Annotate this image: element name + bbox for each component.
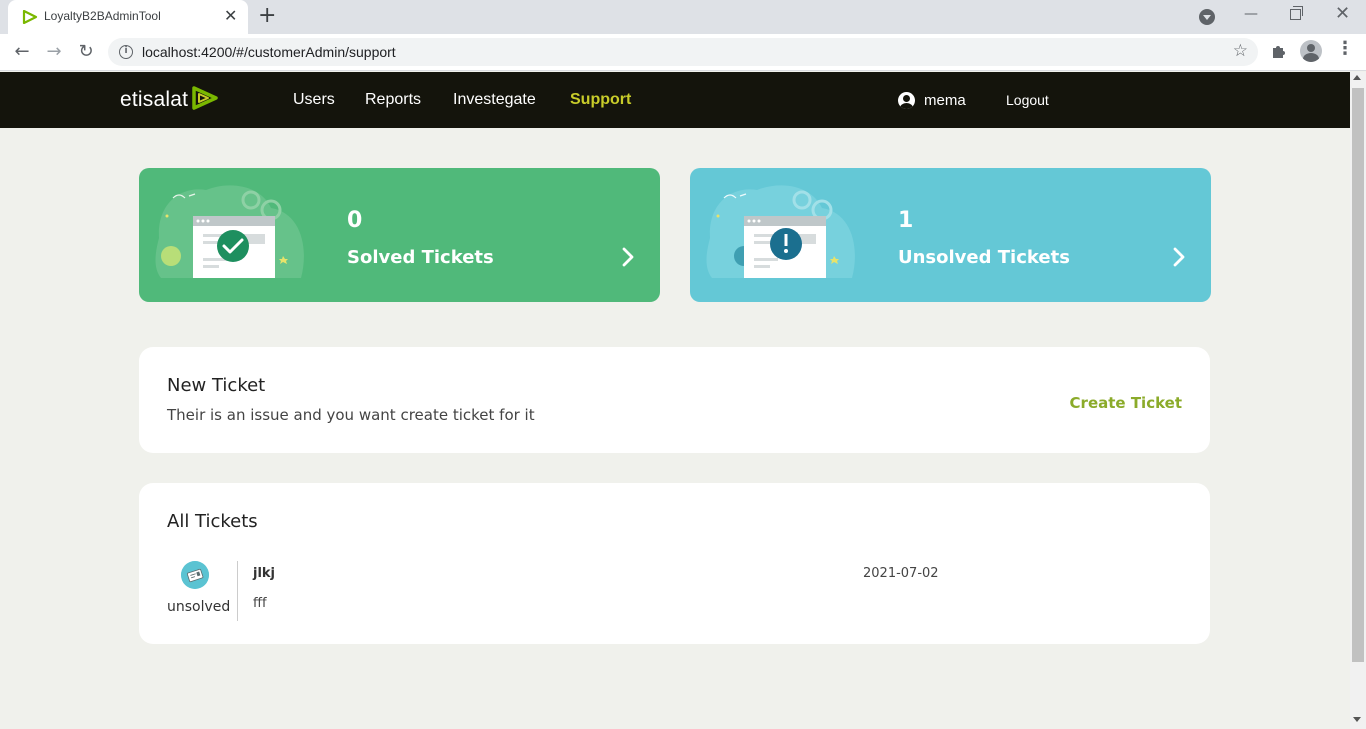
site-info-icon[interactable]: i	[119, 45, 133, 59]
window-restore-button[interactable]	[1290, 6, 1303, 20]
browser-tabbar: LoyaltyB2BAdminTool ✕ + — ✕	[0, 0, 1366, 34]
new-tab-button[interactable]: +	[258, 5, 276, 27]
window-close-button[interactable]: ✕	[1335, 3, 1350, 24]
new-ticket-panel: New Ticket Their is an issue and you wan…	[139, 347, 1210, 453]
scroll-up-arrow-icon[interactable]	[1353, 75, 1361, 80]
chevron-right-icon[interactable]	[617, 246, 639, 268]
ticket-status-icon	[181, 561, 209, 589]
unsolved-ticket-illustration-icon	[706, 185, 855, 278]
tab-search-icon[interactable]	[1199, 9, 1215, 25]
etisalat-favicon-icon	[22, 10, 38, 24]
window-minimize-button[interactable]: —	[1244, 6, 1258, 22]
address-bar[interactable]: i localhost:4200/#/customerAdmin/support…	[108, 38, 1258, 66]
browser-tab[interactable]: LoyaltyB2BAdminTool ✕	[8, 0, 248, 34]
logout-button[interactable]: Logout	[1006, 92, 1049, 108]
user-name[interactable]: mema	[924, 92, 966, 109]
all-tickets-title: All Tickets	[167, 511, 258, 532]
tab-close-icon[interactable]: ✕	[224, 7, 237, 25]
browser-toolbar: ← → ↻ i localhost:4200/#/customerAdmin/s…	[0, 34, 1366, 71]
all-tickets-panel: All Tickets unsolved jlkj fff 2021-07-02	[139, 483, 1210, 644]
chevron-right-icon[interactable]	[1168, 246, 1190, 268]
profile-avatar-icon[interactable]	[1300, 40, 1322, 62]
ticket-date: 2021-07-02	[863, 566, 939, 581]
create-ticket-button[interactable]: Create Ticket	[1070, 394, 1182, 412]
solved-ticket-illustration-icon	[155, 185, 304, 278]
unsolved-label: Unsolved Tickets	[898, 247, 1070, 268]
user-account-icon	[898, 92, 915, 109]
new-ticket-description: Their is an issue and you want create ti…	[167, 406, 535, 424]
nav-users[interactable]: Users	[293, 91, 335, 109]
unsolved-tickets-card[interactable]: 1 Unsolved Tickets	[690, 168, 1211, 302]
solved-count: 0	[347, 208, 363, 233]
reload-button[interactable]: ↻	[74, 40, 98, 64]
ticket-row[interactable]: unsolved jlkj fff 2021-07-02	[167, 561, 1187, 623]
tab-title: LoyaltyB2BAdminTool	[44, 9, 161, 23]
url-text[interactable]: localhost:4200/#/customerAdmin/support	[142, 44, 396, 60]
ticket-divider	[237, 561, 238, 621]
forward-button[interactable]: →	[42, 40, 66, 64]
scroll-down-arrow-icon[interactable]	[1353, 717, 1361, 722]
ticket-status: unsolved	[167, 599, 231, 615]
ticket-title[interactable]: jlkj	[253, 566, 275, 581]
solved-tickets-card[interactable]: 0 Solved Tickets	[139, 168, 660, 302]
nav-investegate[interactable]: Investegate	[453, 91, 536, 109]
bookmark-star-icon[interactable]: ☆	[1233, 41, 1248, 61]
app-navbar: etisalat Users Reports Investegate Suppo…	[0, 72, 1350, 128]
browser-menu-icon[interactable]: ⋮	[1336, 38, 1354, 59]
scrollbar-thumb[interactable]	[1352, 88, 1364, 662]
nav-reports[interactable]: Reports	[365, 91, 421, 109]
unsolved-count: 1	[898, 208, 914, 233]
new-ticket-title: New Ticket	[167, 375, 266, 396]
nav-support[interactable]: Support	[570, 91, 631, 109]
solved-label: Solved Tickets	[347, 247, 494, 268]
etisalat-logo-icon	[192, 86, 218, 110]
extensions-puzzle-icon[interactable]	[1270, 42, 1288, 60]
back-button[interactable]: ←	[10, 40, 34, 64]
etisalat-logo[interactable]: etisalat	[120, 86, 220, 112]
brand-name: etisalat	[120, 88, 189, 111]
ticket-body: fff	[253, 596, 267, 611]
